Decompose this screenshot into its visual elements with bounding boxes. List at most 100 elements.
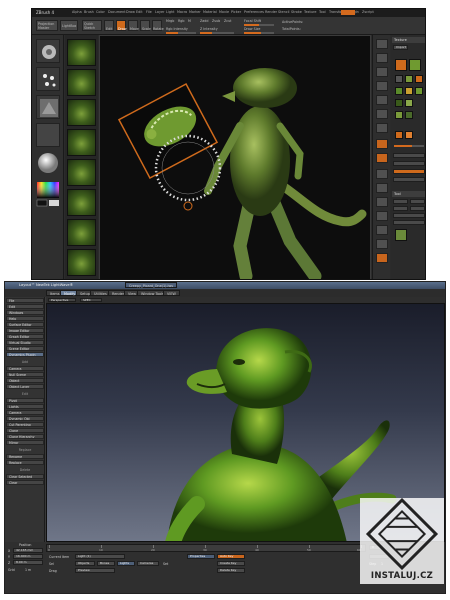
- model-thumbnail[interactable]: [67, 219, 96, 246]
- spix-icon[interactable]: [376, 53, 388, 63]
- menu-help[interactable]: Help: [6, 316, 44, 322]
- clear-selected-button[interactable]: Clear Selected: [6, 474, 44, 480]
- rename-button[interactable]: Rename: [6, 454, 44, 460]
- image-editor-button[interactable]: Image Editor: [6, 328, 44, 334]
- menu-draw[interactable]: Draw: [126, 10, 135, 14]
- menu-picker[interactable]: Picker: [231, 10, 241, 14]
- replace-button[interactable]: Replace: [6, 460, 44, 466]
- stroke-selector[interactable]: [36, 67, 60, 91]
- position-x-field[interactable]: 42.165 mm: [13, 548, 43, 553]
- alpha-selector[interactable]: [36, 95, 60, 119]
- model-thumbnail[interactable]: [67, 189, 96, 216]
- zadd-toggle[interactable]: Zadd: [200, 19, 208, 23]
- frame-slider[interactable]: 0 10 20 30 40 50 60: [46, 544, 366, 552]
- tool-thumbnail[interactable]: [395, 229, 407, 241]
- tool-option[interactable]: [410, 199, 425, 204]
- position-y-field[interactable]: 16.400 m: [13, 554, 43, 559]
- texture-slider[interactable]: [394, 145, 424, 147]
- persp-icon[interactable]: [376, 123, 388, 133]
- scroll-icon[interactable]: [376, 67, 388, 77]
- menu-preferences[interactable]: Preferences: [244, 10, 264, 14]
- floor-icon[interactable]: [376, 139, 388, 149]
- tool-option[interactable]: [393, 213, 425, 218]
- add-null-scene-button[interactable]: Null Scene: [6, 372, 44, 378]
- material-selector[interactable]: [36, 151, 60, 175]
- edit-lights-button[interactable]: Lights: [6, 404, 44, 410]
- menu-zscript[interactable]: Zscript: [362, 10, 374, 14]
- texture-thumbnail[interactable]: [395, 111, 403, 119]
- texture-thumbnail[interactable]: [405, 131, 413, 139]
- shading-mode-dropdown[interactable]: SPEC: [80, 298, 102, 302]
- menu-light[interactable]: Light: [166, 10, 174, 14]
- menu-texture[interactable]: Texture: [304, 10, 316, 14]
- texture-thumbnail[interactable]: [395, 59, 407, 71]
- menu-layer[interactable]: Layer: [155, 10, 164, 14]
- actual-icon[interactable]: [376, 95, 388, 105]
- texture-thumbnail[interactable]: [405, 75, 413, 83]
- texture-thumbnail[interactable]: [395, 87, 403, 95]
- import-button[interactable]: Import: [393, 45, 408, 50]
- m-toggle[interactable]: M: [188, 19, 191, 23]
- texture-thumbnail[interactable]: [395, 99, 403, 107]
- texture-thumbnail[interactable]: [405, 87, 413, 95]
- brush-selector[interactable]: [36, 39, 60, 63]
- cut-parenting-button[interactable]: Cut Parenting: [6, 422, 44, 428]
- transp-icon[interactable]: [376, 253, 388, 263]
- polyf-icon[interactable]: [376, 239, 388, 249]
- menu-document[interactable]: Document: [108, 10, 126, 14]
- texture-thumbnail[interactable]: [415, 75, 423, 83]
- clone-button[interactable]: Clone: [6, 428, 44, 434]
- scale-icon[interactable]: [376, 211, 388, 221]
- texture-option[interactable]: [393, 153, 425, 158]
- lightbox-button[interactable]: LightBox: [60, 20, 78, 31]
- objects-toggle[interactable]: Objects: [75, 561, 95, 566]
- auto-key-button[interactable]: Auto Key: [217, 554, 245, 559]
- texture-thumbnail[interactable]: [405, 99, 413, 107]
- model-thumbnail[interactable]: [67, 69, 96, 96]
- rgb-intensity-slider[interactable]: [166, 32, 196, 34]
- focal-shift-slider[interactable]: [244, 24, 274, 26]
- menu-material[interactable]: Material: [203, 10, 217, 14]
- add-object-layer-button[interactable]: Object Layer: [6, 384, 44, 390]
- menu-color[interactable]: Color: [96, 10, 105, 14]
- tool-option[interactable]: [410, 206, 425, 211]
- menu-render[interactable]: Render: [265, 10, 277, 14]
- texture-selector[interactable]: [36, 123, 60, 147]
- rotate-button[interactable]: Rotate: [152, 20, 164, 31]
- rgb-toggle[interactable]: Rgb: [178, 19, 184, 23]
- zcut-toggle[interactable]: Zcut: [224, 19, 231, 23]
- properties-button[interactable]: Properties: [187, 554, 215, 559]
- dynamics-plugin-button[interactable]: Dynamics Plugin: [6, 352, 44, 358]
- texture-option[interactable]: [393, 161, 425, 166]
- z-intensity-slider[interactable]: [200, 32, 234, 34]
- cameras-toggle[interactable]: Cameras: [137, 561, 159, 566]
- model-thumbnail[interactable]: [67, 159, 96, 186]
- zoom-icon[interactable]: [376, 81, 388, 91]
- view-mode-dropdown[interactable]: Perspective: [48, 298, 76, 302]
- zbrush-document-canvas[interactable]: [99, 35, 371, 279]
- tab-view-alt[interactable]: VIEW: [163, 290, 180, 296]
- graph-editor-button[interactable]: Graph Editor: [6, 334, 44, 340]
- scale-button[interactable]: Scale: [140, 20, 151, 31]
- texture-option[interactable]: [393, 177, 425, 182]
- scene-editor-button[interactable]: Scene Editor: [6, 346, 44, 352]
- menu-movie[interactable]: Movie: [219, 10, 229, 14]
- xyz-icon[interactable]: [376, 169, 388, 179]
- add-camera-button[interactable]: Camera: [6, 366, 44, 372]
- menu-macro[interactable]: Macro: [177, 10, 187, 14]
- menu-windows[interactable]: Windows: [6, 310, 44, 316]
- quick-sketch-button[interactable]: Quick Sketch: [82, 20, 102, 31]
- add-object-button[interactable]: Object: [6, 378, 44, 384]
- menu-file[interactable]: File: [146, 10, 152, 14]
- preview-dropdown[interactable]: Preview: [75, 568, 115, 573]
- current-item-dropdown[interactable]: Light (1): [75, 554, 125, 559]
- menu-marker[interactable]: Marker: [189, 10, 201, 14]
- surface-editor-button[interactable]: Surface Editor: [6, 322, 44, 328]
- texture-thumbnail[interactable]: [415, 87, 423, 95]
- tool-option[interactable]: [393, 199, 408, 204]
- menu-stencil[interactable]: Stencil: [278, 10, 289, 14]
- texture-thumbnail[interactable]: [405, 111, 413, 119]
- menu-edit[interactable]: Edit: [6, 304, 44, 310]
- local-icon[interactable]: [376, 153, 388, 163]
- model-thumbnail[interactable]: [67, 39, 96, 66]
